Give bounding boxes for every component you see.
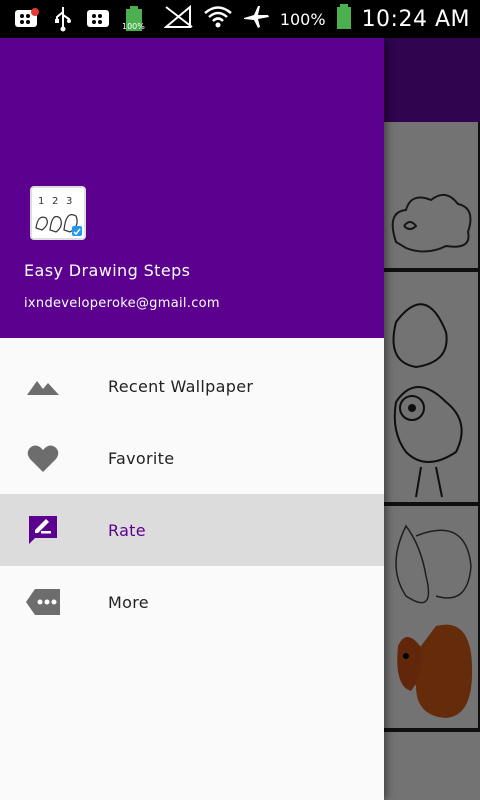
heart-icon — [24, 441, 62, 475]
battery-icon — [336, 4, 352, 34]
menu-item-label: Favorite — [108, 448, 175, 468]
menu-item-label: Recent Wallpaper — [108, 376, 254, 396]
navigation-drawer: 1 2 3 Easy Drawing Steps ixndeveloperoke… — [0, 38, 384, 800]
no-signal-icon — [163, 4, 194, 33]
drawer-menu: Recent Wallpaper Favorite Rate More — [0, 350, 384, 638]
menu-item-label: Rate — [108, 520, 146, 540]
rate-review-icon — [24, 513, 62, 547]
battery-percent: 100% — [279, 9, 326, 29]
app-logo: 1 2 3 — [30, 186, 86, 240]
svg-text:1: 1 — [38, 196, 44, 207]
usb-icon — [54, 6, 72, 36]
svg-text:3: 3 — [66, 196, 72, 207]
menu-item-favorite[interactable]: Favorite — [0, 422, 384, 494]
battery-small-label: 100% — [122, 22, 145, 31]
account-email: ixndeveloperoke@gmail.com — [24, 296, 220, 311]
wifi-icon — [204, 5, 232, 33]
status-bar: 100% 100% 10:24 AM — [0, 0, 480, 38]
drawer-header: 1 2 3 Easy Drawing Steps ixndeveloperoke… — [0, 38, 384, 338]
clock: 10:24 AM — [361, 6, 470, 32]
bbm-icon — [86, 7, 110, 35]
menu-item-more[interactable]: More — [0, 566, 384, 638]
more-tag-icon — [24, 585, 62, 619]
status-bar-left: 100% — [14, 6, 145, 36]
menu-item-rate[interactable]: Rate — [0, 494, 384, 566]
menu-item-label: More — [108, 592, 149, 612]
bbm-notification-icon — [14, 7, 40, 35]
svg-text:2: 2 — [52, 196, 58, 207]
airplane-mode-icon — [242, 5, 270, 33]
app-title: Easy Drawing Steps — [24, 261, 191, 280]
menu-item-recent-wallpaper[interactable]: Recent Wallpaper — [0, 350, 384, 422]
landscape-icon — [24, 369, 62, 403]
battery-full-icon: 100% — [122, 6, 145, 36]
status-bar-right: 100% 10:24 AM — [163, 4, 470, 34]
